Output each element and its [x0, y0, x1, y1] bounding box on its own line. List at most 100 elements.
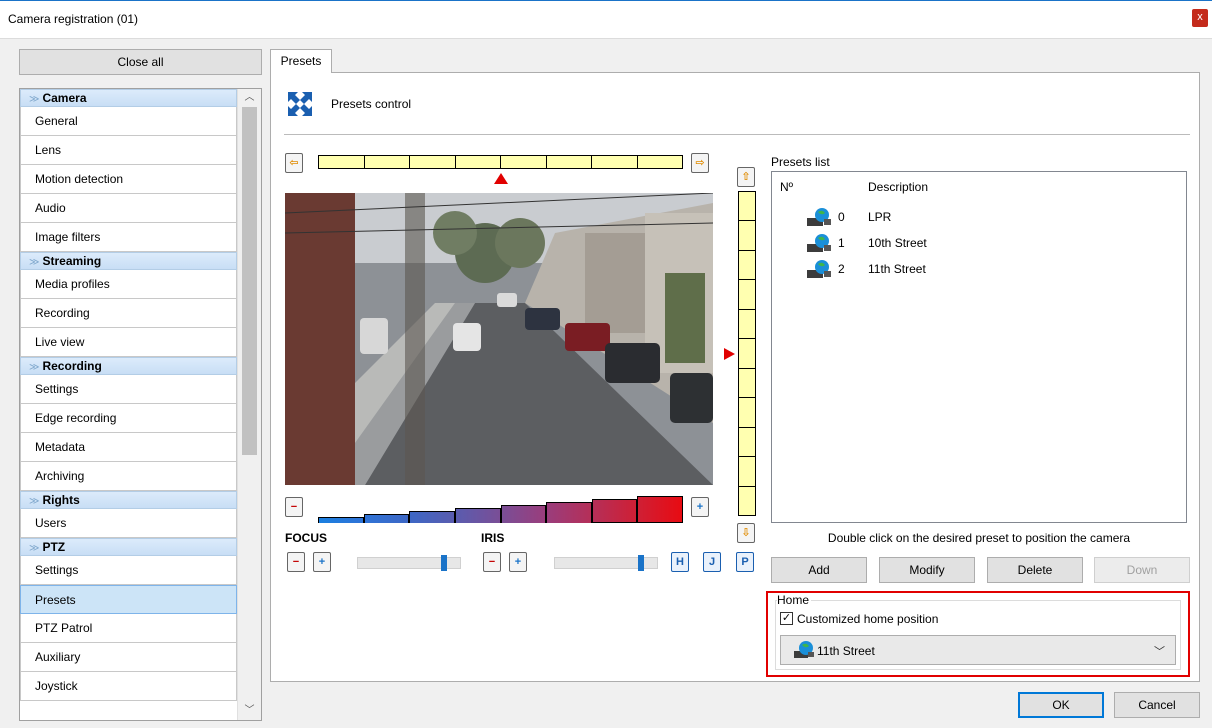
scroll-down-icon[interactable]: ﹀ — [238, 702, 261, 720]
collapse-icon: ≫ — [29, 543, 40, 554]
home-legend: Home — [777, 593, 812, 607]
preset-description: LPR — [868, 210, 892, 224]
column-header-description[interactable]: Description — [868, 180, 928, 194]
close-all-button[interactable]: Close all — [19, 49, 262, 75]
zoom-segment — [454, 508, 501, 523]
p-button[interactable]: P — [736, 552, 754, 572]
zoom-segment — [591, 499, 638, 523]
nav-item-auxiliary[interactable]: Auxiliary — [20, 643, 237, 672]
camera-live-view[interactable] — [285, 193, 713, 485]
chevron-down-icon[interactable]: ﹀ — [1154, 643, 1165, 659]
iris-label: IRIS — [481, 531, 505, 545]
nav-item-image-filters[interactable]: Image filters — [20, 223, 237, 252]
customized-home-checkbox[interactable]: ✓ — [780, 612, 793, 625]
nav-item-recording[interactable]: Recording — [20, 299, 237, 328]
preset-row[interactable]: 1 10th Street — [772, 232, 1186, 254]
add-button[interactable]: Add — [771, 557, 867, 583]
nav-item-motion-detection[interactable]: Motion detection — [20, 165, 237, 194]
nav-section-recording[interactable]: ≫ Recording — [20, 357, 237, 375]
tilt-position-bar — [738, 191, 756, 516]
nav-section-streaming[interactable]: ≫ Streaming — [20, 252, 237, 270]
focus-slider-knob[interactable] — [441, 555, 448, 571]
nav-item-ptz-patrol[interactable]: PTZ Patrol — [20, 614, 237, 643]
ptz-move-icon — [288, 92, 312, 116]
pan-right-button[interactable]: ⇨ — [691, 153, 709, 173]
customized-home-label[interactable]: Customized home position — [797, 612, 938, 626]
j-button[interactable]: J — [703, 552, 721, 572]
collapse-icon: ≫ — [29, 496, 40, 507]
title-bar: Camera registration (01) x — [0, 0, 1212, 38]
tilt-down-button[interactable]: ⇩ — [737, 523, 755, 543]
focus-slider[interactable] — [357, 555, 461, 571]
preset-camera-icon — [807, 234, 831, 252]
iris-plus-button[interactable]: + — [509, 552, 527, 572]
navigation-scrollbar[interactable]: ︿ ﹀ — [237, 89, 261, 720]
cancel-button[interactable]: Cancel — [1114, 692, 1200, 718]
h-button[interactable]: H — [671, 552, 689, 572]
navigation-items: ≫ Camera General Lens Motion detection Audio I… — [20, 89, 237, 701]
nav-item-general[interactable]: General — [20, 107, 237, 136]
zoom-out-button[interactable]: − — [285, 497, 303, 517]
pan-position-marker — [493, 173, 508, 184]
home-preset-select[interactable]: 11th Street ﹀ — [780, 635, 1176, 665]
home-preset-value: 11th Street — [817, 644, 875, 658]
tab-presets[interactable]: Presets — [270, 49, 332, 73]
zoom-segment — [409, 511, 455, 523]
nav-section-camera[interactable]: ≫ Camera — [20, 89, 237, 107]
nav-item-media-profiles[interactable]: Media profiles — [20, 270, 237, 299]
column-header-number[interactable]: Nº — [780, 180, 793, 194]
zoom-segment — [546, 502, 592, 523]
collapse-icon: ≫ — [29, 94, 40, 105]
zoom-segment — [637, 496, 683, 523]
zoom-in-button[interactable]: + — [691, 497, 709, 517]
pan-left-button[interactable]: ⇦ — [285, 153, 303, 173]
down-button[interactable]: Down — [1094, 557, 1190, 583]
iris-slider-knob[interactable] — [638, 555, 645, 571]
tilt-position-marker — [724, 347, 735, 360]
preset-number: 1 — [838, 236, 845, 250]
nav-section-title: Camera — [42, 91, 87, 105]
window-title: Camera registration (01) — [8, 12, 139, 26]
nav-item-edge-recording[interactable]: Edge recording — [20, 404, 237, 433]
nav-section-rights[interactable]: ≫ Rights — [20, 491, 237, 509]
close-button[interactable]: x — [1192, 9, 1208, 27]
nav-item-live-view[interactable]: Live view — [20, 328, 237, 357]
focus-minus-button[interactable]: − — [287, 552, 305, 572]
nav-item-metadata[interactable]: Metadata — [20, 433, 237, 462]
modify-button[interactable]: Modify — [879, 557, 975, 583]
scroll-thumb[interactable] — [242, 107, 257, 455]
nav-section-ptz[interactable]: ≫ PTZ — [20, 538, 237, 556]
nav-item-settings[interactable]: Settings — [20, 556, 237, 585]
preset-number: 2 — [838, 262, 845, 276]
nav-section-title: Streaming — [42, 254, 102, 268]
zoom-segment — [500, 505, 547, 523]
nav-item-joystick[interactable]: Joystick — [20, 672, 237, 701]
nav-item-presets[interactable]: Presets — [20, 585, 237, 614]
ok-button[interactable]: OK — [1018, 692, 1104, 718]
nav-section-title: Rights — [42, 493, 80, 507]
dialog-body: Close all ≫ Camera General Lens Motion detec… — [0, 38, 1212, 728]
settings-navigation: ≫ Camera General Lens Motion detection Audio I… — [19, 88, 262, 721]
nav-item-archiving[interactable]: Archiving — [20, 462, 237, 491]
delete-button[interactable]: Delete — [987, 557, 1083, 583]
collapse-icon: ≫ — [29, 362, 40, 373]
nav-section-title: Recording — [42, 359, 102, 373]
nav-item-audio[interactable]: Audio — [20, 194, 237, 223]
preset-row[interactable]: 2 11th Street — [772, 258, 1186, 280]
nav-item-users[interactable]: Users — [20, 509, 237, 538]
nav-item-settings[interactable]: Settings — [20, 375, 237, 404]
scroll-up-icon[interactable]: ︿ — [238, 89, 261, 107]
iris-minus-button[interactable]: − — [483, 552, 501, 572]
preset-camera-icon — [807, 208, 831, 226]
focus-plus-button[interactable]: + — [313, 552, 331, 572]
zoom-segment — [363, 514, 410, 523]
presets-tab-panel: Presets control ⇦ ⇨ ⇧ ⇩ − + FOCUS IRIS −… — [270, 72, 1200, 682]
preset-row[interactable]: 0 LPR — [772, 206, 1186, 228]
separator — [284, 134, 1190, 135]
presets-list[interactable]: Nº Description 0 LPR 1 10th Street 2 11th Str… — [771, 171, 1187, 523]
nav-item-lens[interactable]: Lens — [20, 136, 237, 165]
collapse-icon: ≫ — [29, 257, 40, 268]
iris-slider[interactable] — [554, 555, 658, 571]
tilt-up-button[interactable]: ⇧ — [737, 167, 755, 187]
preset-description: 10th Street — [868, 236, 927, 250]
